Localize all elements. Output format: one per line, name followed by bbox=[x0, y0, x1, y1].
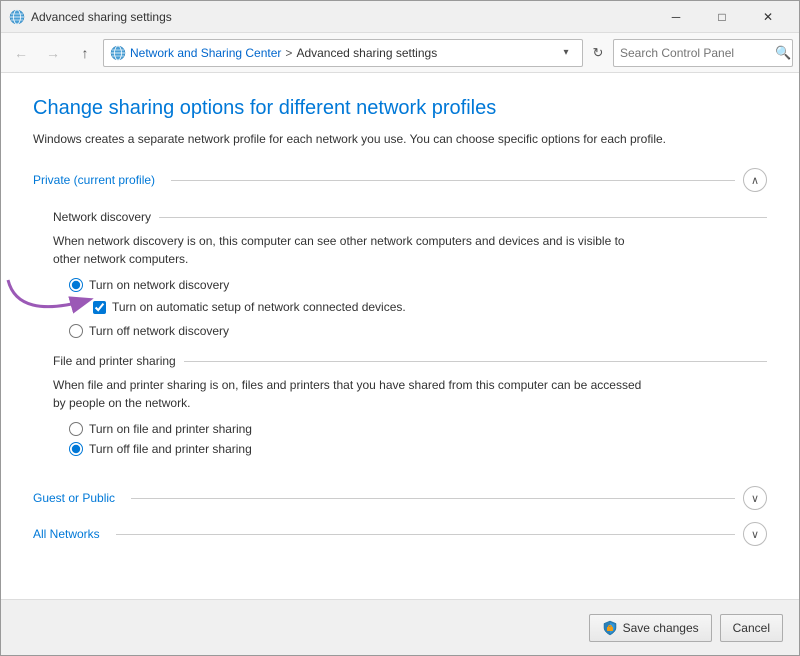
minimize-button[interactable]: ─ bbox=[653, 1, 699, 33]
fp-options: Turn on file and printer sharing Turn of… bbox=[53, 422, 767, 456]
search-icon: 🔍 bbox=[775, 45, 791, 61]
nd-off-label: Turn off network discovery bbox=[89, 324, 229, 338]
section-an-toggle[interactable]: ∨ bbox=[743, 522, 767, 546]
section-gp-label: Guest or Public bbox=[33, 491, 123, 505]
fp-off-radio[interactable] bbox=[69, 442, 83, 456]
section-private-divider bbox=[171, 180, 735, 181]
address-bar: ← → ↑ Network and Sharing Center > Advan… bbox=[1, 33, 799, 73]
section-gp-divider bbox=[131, 498, 735, 499]
subsection-nd-label: Network discovery bbox=[53, 210, 159, 224]
up-button[interactable]: ↑ bbox=[71, 39, 99, 67]
breadcrumb-controls: ▾ bbox=[556, 43, 576, 63]
subsection-fp-header: File and printer sharing bbox=[53, 354, 767, 368]
nd-on-label: Turn on network discovery bbox=[89, 278, 229, 292]
back-button[interactable]: ← bbox=[7, 39, 35, 67]
section-all-networks: All Networks ∨ bbox=[33, 522, 767, 546]
section-private-label: Private (current profile) bbox=[33, 173, 163, 187]
nd-on-radio[interactable] bbox=[69, 278, 83, 292]
subsection-nd-line bbox=[159, 217, 767, 218]
maximize-button[interactable]: □ bbox=[699, 1, 745, 33]
breadcrumb-dropdown-button[interactable]: ▾ bbox=[556, 43, 576, 63]
title-bar-text: Advanced sharing settings bbox=[31, 10, 653, 24]
subsection-fp-line bbox=[184, 361, 767, 362]
section-private-toggle[interactable]: ∧ bbox=[743, 168, 767, 192]
subsection-fp-description: When file and printer sharing is on, fil… bbox=[53, 376, 653, 412]
section-gp-header[interactable]: Guest or Public ∨ bbox=[33, 486, 767, 510]
section-guest-public: Guest or Public ∨ bbox=[33, 486, 767, 510]
section-private: Private (current profile) ∧ Network disc… bbox=[33, 168, 767, 474]
refresh-button[interactable]: ↻ bbox=[587, 42, 609, 64]
nd-auto-label: Turn on automatic setup of network conne… bbox=[112, 300, 406, 314]
title-bar: Advanced sharing settings ─ □ ✕ bbox=[1, 1, 799, 33]
fp-on-label: Turn on file and printer sharing bbox=[89, 422, 252, 436]
fp-on-option[interactable]: Turn on file and printer sharing bbox=[69, 422, 767, 436]
cancel-button[interactable]: Cancel bbox=[720, 614, 783, 642]
fp-on-radio[interactable] bbox=[69, 422, 83, 436]
page-description: Windows creates a separate network profi… bbox=[33, 130, 713, 148]
nd-on-option[interactable]: Turn on network discovery bbox=[69, 278, 767, 292]
section-an-divider bbox=[116, 534, 735, 535]
breadcrumb-current: Advanced sharing settings bbox=[296, 46, 437, 60]
nd-auto-option[interactable]: Turn on automatic setup of network conne… bbox=[93, 300, 767, 314]
subsection-fp-label: File and printer sharing bbox=[53, 354, 184, 368]
page-title: Change sharing options for different net… bbox=[33, 97, 767, 120]
save-label: Save changes bbox=[623, 621, 699, 635]
breadcrumb-bar: Network and Sharing Center > Advanced sh… bbox=[103, 39, 583, 67]
subsection-nd-description: When network discovery is on, this compu… bbox=[53, 232, 653, 268]
main-content: Change sharing options for different net… bbox=[1, 73, 799, 599]
save-button[interactable]: Save changes bbox=[589, 614, 712, 642]
nd-off-option[interactable]: Turn off network discovery bbox=[69, 324, 767, 338]
search-input[interactable] bbox=[620, 46, 775, 60]
shield-icon bbox=[602, 620, 618, 636]
close-button[interactable]: ✕ bbox=[745, 1, 791, 33]
section-an-header[interactable]: All Networks ∨ bbox=[33, 522, 767, 546]
footer: Save changes Cancel bbox=[1, 599, 799, 655]
breadcrumb-parent[interactable]: Network and Sharing Center bbox=[130, 46, 281, 60]
breadcrumb-separator: > bbox=[285, 46, 292, 60]
section-private-header[interactable]: Private (current profile) ∧ bbox=[33, 168, 767, 192]
subsection-network-discovery: Network discovery When network discovery… bbox=[53, 210, 767, 338]
fp-off-label: Turn off file and printer sharing bbox=[89, 442, 252, 456]
window: Advanced sharing settings ─ □ ✕ ← → ↑ Ne… bbox=[0, 0, 800, 656]
section-gp-toggle[interactable]: ∨ bbox=[743, 486, 767, 510]
breadcrumb-icon bbox=[110, 45, 126, 61]
section-an-label: All Networks bbox=[33, 527, 108, 541]
fp-off-option[interactable]: Turn off file and printer sharing bbox=[69, 442, 767, 456]
nd-off-radio[interactable] bbox=[69, 324, 83, 338]
search-box: 🔍 bbox=[613, 39, 793, 67]
subsection-nd-header: Network discovery bbox=[53, 210, 767, 224]
nd-options: Turn on network discovery Turn on automa… bbox=[53, 278, 767, 338]
window-controls: ─ □ ✕ bbox=[653, 1, 791, 33]
section-private-content: Network discovery When network discovery… bbox=[33, 192, 767, 474]
subsection-file-printer: File and printer sharing When file and p… bbox=[53, 354, 767, 456]
forward-button[interactable]: → bbox=[39, 39, 67, 67]
window-icon bbox=[9, 9, 25, 25]
nd-auto-checkbox[interactable] bbox=[93, 301, 106, 314]
